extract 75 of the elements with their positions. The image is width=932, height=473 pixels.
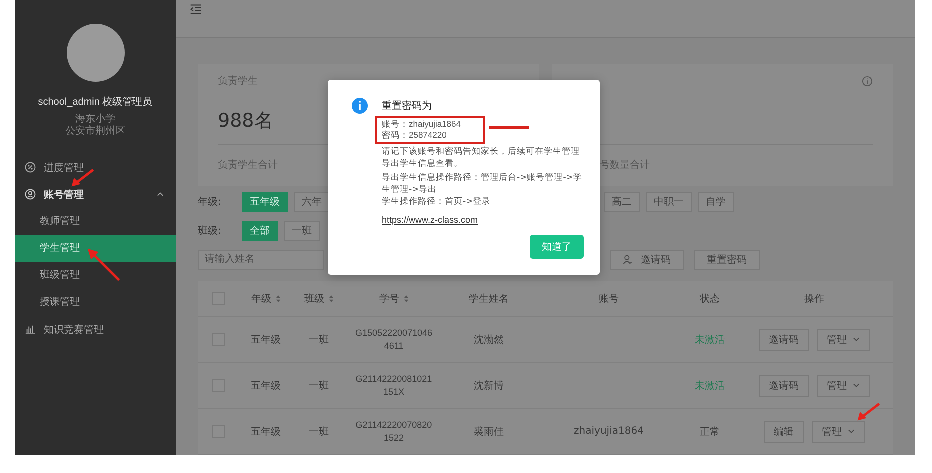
arrow-annotation bbox=[857, 402, 881, 422]
row-action-button[interactable]: 编辑 bbox=[764, 420, 804, 442]
table-cell-text: 裘雨佳 bbox=[474, 426, 504, 438]
submenu-item[interactable]: 教师管理 bbox=[15, 208, 176, 235]
person-icon bbox=[623, 254, 633, 264]
sort-icon bbox=[328, 294, 334, 302]
table-cell: zhaiyujia1864 bbox=[574, 426, 644, 437]
ok-button[interactable]: 知道了 bbox=[530, 235, 584, 259]
invite-code-button[interactable]: 邀请码 bbox=[610, 250, 684, 270]
student-path-text: 学生操作路径：首页->登录 bbox=[382, 196, 492, 208]
table-cell: G150522200710464611 bbox=[355, 326, 433, 352]
table-cell-text: 一班 bbox=[309, 380, 329, 392]
column-header: 状态 bbox=[700, 292, 720, 306]
website-link[interactable]: https://www.z-class.com bbox=[382, 215, 478, 225]
column-header[interactable]: 学号 bbox=[380, 292, 408, 306]
table-cell-text: 沈新博 bbox=[474, 380, 504, 392]
status-text: 未激活 bbox=[695, 334, 725, 346]
school-name: 海东小学 bbox=[76, 114, 116, 126]
district-name: 公安市荆州区 bbox=[66, 126, 126, 138]
column-header[interactable]: 年级 bbox=[252, 292, 280, 306]
dialog-message: 请记下该账号和密码告知家长，后续可在学生管理导出学生信息查看。 bbox=[382, 146, 581, 170]
table-cell: G211422200708201522 bbox=[356, 418, 432, 444]
row-action-button[interactable]: 邀请码 bbox=[759, 374, 809, 396]
search-field[interactable]: 请输入姓名 bbox=[198, 250, 324, 270]
caret-icon bbox=[853, 337, 860, 342]
manage-dropdown[interactable]: 管理 bbox=[817, 328, 870, 350]
export-path-text: 导出学生信息操作路径：管理后台->账号管理->学生管理->导出 bbox=[382, 172, 584, 196]
caret-icon bbox=[853, 383, 860, 388]
account-text: 账号：zhaiyujia1864 bbox=[382, 119, 462, 130]
filter-tag[interactable]: 自学 bbox=[698, 192, 734, 212]
row-action-button[interactable]: 邀请码 bbox=[759, 328, 809, 350]
submenu-item[interactable]: 授课管理 bbox=[15, 289, 176, 316]
filter-tag[interactable]: 一班 bbox=[284, 221, 320, 241]
percent-icon bbox=[25, 162, 36, 173]
user-name: school_admin 校级管理员 bbox=[38, 96, 153, 109]
info-icon[interactable] bbox=[862, 76, 873, 86]
arrow-annotation bbox=[87, 248, 121, 282]
column-header: 操作 bbox=[804, 292, 824, 306]
column-header: 学生姓名 bbox=[469, 292, 509, 306]
column-header: 账号 bbox=[599, 292, 619, 306]
status-text: 正常 bbox=[700, 426, 720, 438]
table-cell-text: 沈渤然 bbox=[474, 334, 504, 346]
submenu-item[interactable]: 学生管理 bbox=[15, 235, 176, 262]
filter-tag[interactable]: 高二 bbox=[604, 192, 640, 212]
menu-icon[interactable] bbox=[190, 4, 202, 15]
reset-password-button[interactable]: 重置密码 bbox=[694, 250, 760, 270]
password-text: 密码：25874220 bbox=[382, 130, 448, 141]
filter-tag[interactable]: 六年 bbox=[294, 192, 330, 212]
filter-label: 班级: bbox=[198, 224, 222, 238]
status-text: 未激活 bbox=[695, 380, 725, 392]
bar-chart-icon bbox=[25, 324, 36, 335]
annotation-line bbox=[489, 126, 529, 129]
menu-item[interactable]: 知识竞赛管理 bbox=[15, 316, 176, 343]
menu-item[interactable]: 进度管理 bbox=[15, 154, 176, 181]
sort-icon bbox=[404, 294, 408, 302]
table-cell-text: 一班 bbox=[309, 334, 329, 346]
caret-icon bbox=[848, 429, 855, 434]
menu-item[interactable]: 账号管理 bbox=[15, 181, 176, 208]
filter-tag[interactable]: 全部 bbox=[242, 221, 278, 241]
table-cell: G21142220081021151X bbox=[356, 372, 432, 398]
manage-dropdown[interactable]: 管理 bbox=[817, 374, 870, 396]
filter-label: 年级: bbox=[198, 196, 222, 209]
table-cell-text: 一班 bbox=[309, 426, 329, 438]
table-cell-text: 五年级 bbox=[251, 426, 281, 438]
dialog-title: 重置密码为 bbox=[382, 100, 432, 113]
manage-dropdown[interactable]: 管理 bbox=[812, 420, 865, 442]
info-icon bbox=[352, 98, 368, 114]
table-cell-text: 五年级 bbox=[251, 380, 281, 392]
filter-tag[interactable]: 五年级 bbox=[242, 192, 288, 212]
submenu-item[interactable]: 班级管理 bbox=[15, 262, 176, 289]
table-cell-text: 五年级 bbox=[251, 334, 281, 346]
filter-tag[interactable]: 中职一 bbox=[646, 192, 692, 212]
user-icon bbox=[25, 189, 36, 200]
column-header[interactable]: 班级 bbox=[304, 292, 334, 306]
sort-icon bbox=[276, 294, 280, 302]
